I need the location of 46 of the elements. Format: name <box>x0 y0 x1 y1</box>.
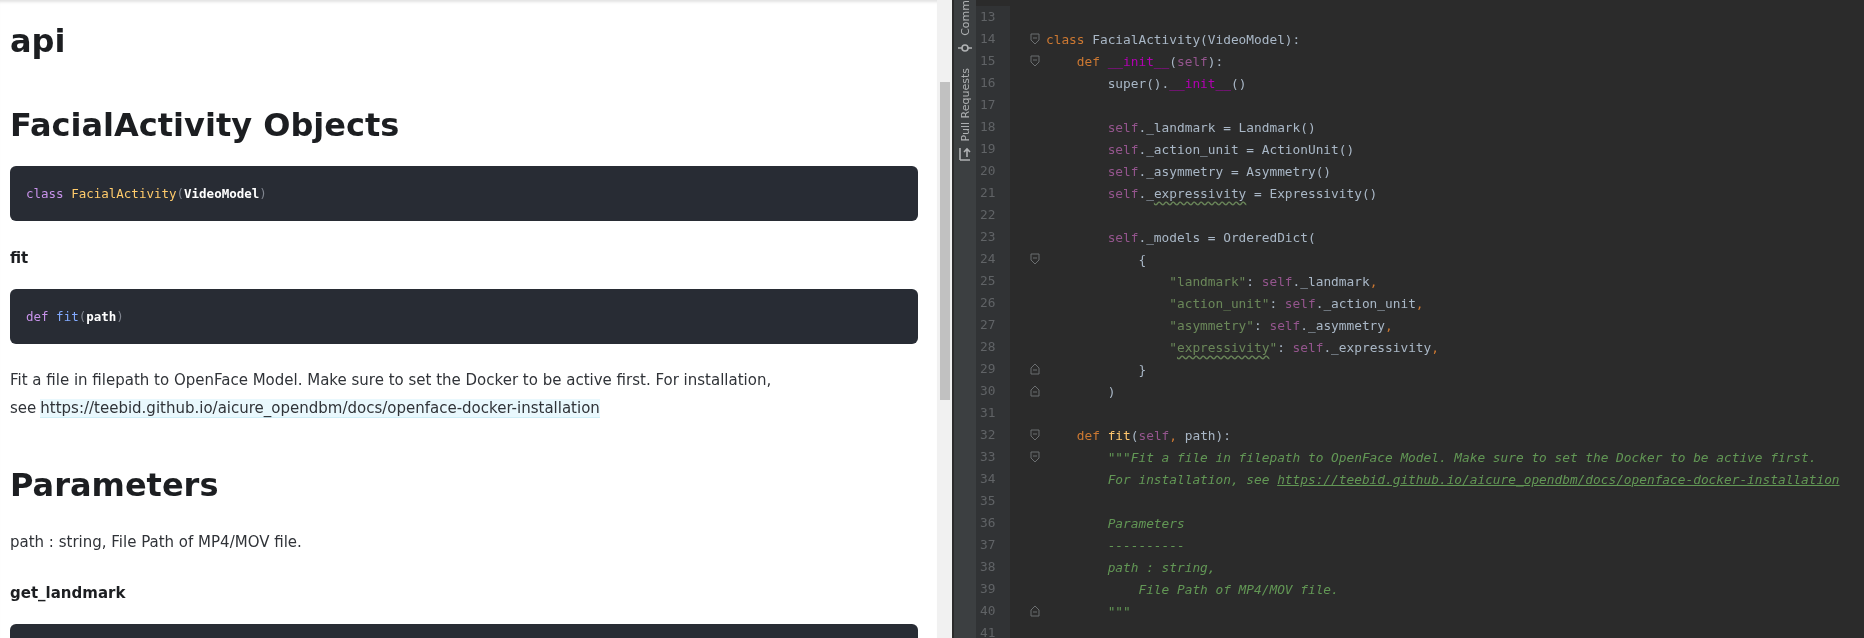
code-line: class FacialActivity(VideoModel): <box>1046 31 1301 47</box>
code-block: class FacialActivity(VideoModel) <box>10 166 918 221</box>
section-heading: FacialActivity Objects <box>10 105 401 146</box>
code-line: } <box>1137 361 1147 377</box>
code-line: For installation, see https://teebid.github.io/aicure_opendbm/docs/openface-docker-installation <box>1106 471 1840 487</box>
code-line: """ <box>1106 603 1131 619</box>
code-line: "action_unit": self._action_unit, <box>1168 295 1424 311</box>
code-line: def fit(self, path): <box>1075 427 1231 443</box>
commit-icon[interactable] <box>958 41 972 54</box>
code-line: super().__init__() <box>1106 75 1247 91</box>
tool-window-tab[interactable]: Comm <box>958 0 972 36</box>
section-heading: Parameters <box>10 465 220 506</box>
code-line: self._asymmetry = Asymmetry() <box>1106 163 1332 179</box>
code-line: self._expressivity = Expressivity() <box>1106 185 1378 201</box>
docs-link[interactable]: https://teebid.github.io/aicure_opendbm/docs/openface-docker-installation <box>40 399 600 418</box>
fold-icon[interactable] <box>1030 363 1040 375</box>
code-line: { <box>1137 251 1147 267</box>
fold-icon[interactable] <box>1030 253 1040 265</box>
scrollbar-thumb[interactable] <box>940 82 950 400</box>
paragraph: Fit a file in filepath to OpenFace Model. Make sure to set the Docker to be active first. For installation, see https://teebid.github.io/aicure_opendbm/docs/openface-docker-installation <box>10 370 773 420</box>
fold-icon[interactable] <box>1030 33 1040 45</box>
code-line: ) <box>1106 383 1116 399</box>
code-line: ---------- <box>1106 537 1185 553</box>
function-heading: fit <box>10 248 30 269</box>
fold-icon[interactable] <box>1030 55 1040 67</box>
function-heading: get_landmark <box>10 583 127 604</box>
tool-window-tab[interactable]: Pull Requests <box>958 67 972 142</box>
code-line: "asymmetry": self._asymmetry, <box>1168 317 1393 333</box>
fold-icon[interactable] <box>1030 605 1040 617</box>
pull-request-icon[interactable] <box>958 147 972 162</box>
code-line: "expressivity": self._expressivity, <box>1168 339 1439 355</box>
code-line: self._action_unit = ActionUnit() <box>1106 141 1355 157</box>
code-line: Parameters <box>1106 515 1185 531</box>
code-line: """Fit a file in filepath to OpenFace Model. Make sure to set the Docker to be active first. <box>1106 449 1817 465</box>
code-line: def __init__(self): <box>1075 53 1224 69</box>
fold-icon[interactable] <box>1030 451 1040 463</box>
code-line: self._models = OrderedDict( <box>1106 229 1316 245</box>
page-title: api <box>10 21 67 62</box>
code-block: def fit(path) <box>10 289 918 344</box>
code-line: File Path of MP4/MOV file. <box>1137 581 1339 597</box>
code-line: self._landmark = Landmark() <box>1106 119 1316 135</box>
fold-icon[interactable] <box>1030 385 1040 397</box>
fold-icon[interactable] <box>1030 429 1040 441</box>
paragraph: path : string, File Path of MP4/MOV file. <box>10 532 303 553</box>
code-line: path : string, <box>1106 559 1216 575</box>
code-line: "landmark": self._landmark, <box>1168 273 1378 289</box>
